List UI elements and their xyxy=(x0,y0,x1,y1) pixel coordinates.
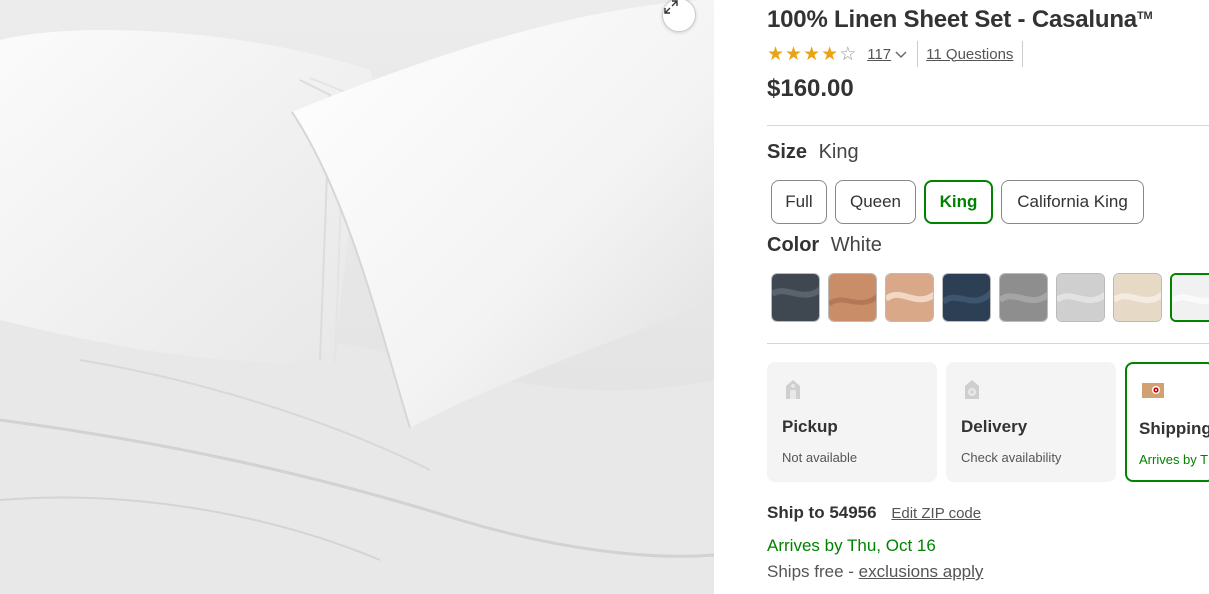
color-swatch[interactable] xyxy=(942,273,991,322)
star-full-icon: ★ xyxy=(821,43,839,65)
product-price: $160.00 xyxy=(767,75,854,102)
fulfillment-status: Check availability xyxy=(961,450,1062,465)
ships-free-text: Ships free - xyxy=(767,562,859,581)
store-icon xyxy=(786,380,800,399)
color-swatch[interactable] xyxy=(1113,273,1162,322)
color-swatch[interactable] xyxy=(828,273,877,322)
store-icon xyxy=(965,380,979,399)
arrival-date: Arrives by Thu, Oct 16 xyxy=(767,536,936,555)
divider xyxy=(767,125,1209,126)
size-label: Size xyxy=(767,141,808,163)
linen-sheets-photo xyxy=(0,0,714,594)
color-label-row: Color White xyxy=(767,234,882,257)
fulfillment-name: Delivery xyxy=(961,417,1028,436)
size-label-row: Size King xyxy=(767,141,859,164)
trademark-symbol: TM xyxy=(1136,10,1153,22)
size-option-full[interactable]: Full xyxy=(771,180,827,224)
fulfillment-card-delivery[interactable]: Delivery Check availability xyxy=(946,362,1116,482)
rating-row: ★ ★ ★ ★ ☆ 117 11 Questions xyxy=(767,41,1024,67)
star-empty-icon: ☆ xyxy=(839,43,857,65)
fulfillment-status: Not available xyxy=(782,450,858,465)
star-full-icon: ★ xyxy=(803,43,821,65)
review-count-link[interactable]: 117 xyxy=(867,46,891,63)
star-rating[interactable]: ★ ★ ★ ★ ☆ xyxy=(767,45,856,64)
size-option-king[interactable]: King xyxy=(924,180,993,224)
color-swatch[interactable] xyxy=(771,273,820,322)
fulfillment-card-pickup[interactable]: Pickup Not available xyxy=(767,362,937,482)
divider xyxy=(1022,41,1024,67)
color-swatch[interactable] xyxy=(885,273,934,322)
color-swatch[interactable] xyxy=(1056,273,1105,322)
color-selected-value: White xyxy=(830,234,882,256)
divider xyxy=(917,41,919,67)
ship-to-row: Ship to 54956 Edit ZIP code xyxy=(767,503,981,523)
exclusions-link[interactable]: exclusions apply xyxy=(859,562,984,581)
ships-free-note: Ships free - exclusions apply xyxy=(767,562,983,582)
size-selected-value: King xyxy=(818,141,859,163)
product-image[interactable] xyxy=(0,0,714,594)
star-full-icon: ★ xyxy=(767,43,785,65)
product-title: 100% Linen Sheet Set - CasalunaTM xyxy=(767,6,1153,33)
color-swatch-selected[interactable] xyxy=(1170,273,1209,322)
edit-zip-link[interactable]: Edit ZIP code xyxy=(891,505,981,522)
ship-to-label: Ship to 54956 xyxy=(767,503,877,522)
fulfillment-status: Arrives by Thu xyxy=(1139,452,1209,467)
box-icon xyxy=(1142,383,1164,398)
questions-link[interactable]: 11 Questions xyxy=(926,46,1013,63)
fulfillment-card-shipping[interactable]: Shipping Arrives by Thu xyxy=(1125,362,1209,482)
color-label: Color xyxy=(767,234,820,256)
star-full-icon: ★ xyxy=(785,43,803,65)
divider xyxy=(767,343,1209,344)
expand-icon xyxy=(664,0,678,14)
fulfillment-name: Shipping xyxy=(1139,419,1209,438)
color-swatch[interactable] xyxy=(999,273,1048,322)
size-option-california-king[interactable]: California King xyxy=(1001,180,1144,224)
product-details-panel: 100% Linen Sheet Set - CasalunaTM ★ ★ ★ … xyxy=(767,0,1209,594)
fulfillment-name: Pickup xyxy=(782,417,838,436)
size-option-queen[interactable]: Queen xyxy=(835,180,916,224)
chevron-down-icon[interactable] xyxy=(895,47,907,62)
